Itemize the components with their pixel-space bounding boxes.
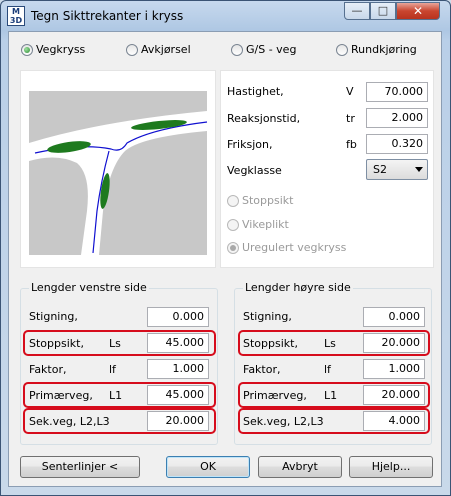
right-stigning-label: Stigning, (243, 310, 292, 323)
radio-avkjorsel-label[interactable]: Avkjørsel (141, 43, 191, 56)
ok-button[interactable]: OK (166, 456, 250, 478)
left-sekveg-label: Sek.veg, L2,L3 (29, 415, 110, 428)
radio-uregulert-vegkryss-label[interactable]: Uregulert vegkryss (242, 241, 346, 254)
right-faktor-label: Faktor, (243, 363, 281, 376)
right-primaerveg-label: Primærveg, (243, 389, 307, 402)
right-faktor-symbol: lf (324, 363, 331, 376)
radio-gs-veg-label[interactable]: G/S - veg (246, 43, 296, 56)
left-primaerveg-label: Primærveg, (29, 389, 93, 402)
radio-vegkryss[interactable] (21, 44, 33, 56)
left-faktor-label: Faktor, (29, 363, 67, 376)
radio-gs-veg[interactable] (231, 44, 243, 56)
chevron-down-icon (415, 167, 423, 172)
right-lengths-group-title: Lengder høyre side (243, 281, 353, 294)
preview-panel (20, 70, 216, 268)
left-stoppsikt-input[interactable]: 45.000 (147, 333, 209, 353)
right-stoppsikt-label: Stoppsikt, (243, 337, 298, 350)
help-button[interactable]: Hjelp... (349, 456, 433, 478)
window-title: Tegn Sikttrekanter i kryss (31, 9, 184, 23)
title-bar[interactable]: M 3D Tegn Sikttrekanter i kryss — □ ✕ (1, 1, 450, 31)
close-button[interactable]: ✕ (396, 2, 440, 20)
right-primaerveg-input[interactable]: 20.000 (363, 385, 425, 405)
dialog-window: M 3D Tegn Sikttrekanter i kryss — □ ✕ Ve… (0, 0, 451, 496)
radio-vegkryss-label[interactable]: Vegkryss (36, 43, 85, 56)
cancel-button[interactable]: Avbryt (258, 456, 342, 478)
close-icon: ✕ (412, 4, 424, 18)
minimize-button[interactable]: — (344, 2, 370, 20)
right-stoppsikt-symbol: Ls (324, 337, 336, 350)
right-primaerveg-symbol: L1 (324, 389, 338, 402)
speed-symbol: V (346, 85, 354, 98)
dialog-client-area: Vegkryss Avkjørsel G/S - veg Rundkjøring… (8, 31, 442, 487)
radio-uregulert-vegkryss[interactable] (227, 242, 239, 254)
right-sekveg-input[interactable]: 4.000 (363, 411, 425, 431)
reaction-time-symbol: tr (346, 112, 355, 125)
left-faktor-symbol: lf (109, 363, 116, 376)
road-class-select[interactable]: S2 (366, 159, 428, 180)
app-icon-line-2: 3D (9, 16, 23, 25)
left-sekveg-input[interactable]: 20.000 (147, 411, 209, 431)
reaction-time-input[interactable]: 2.000 (366, 108, 428, 128)
right-sekveg-label: Sek.veg, L2,L3 (243, 415, 324, 428)
radio-rundkjoring-label[interactable]: Rundkjøring (351, 43, 417, 56)
app-icon: M 3D (7, 6, 25, 26)
centerlines-button[interactable]: Senterlinjer < (20, 456, 140, 478)
right-stigning-input[interactable]: 0.000 (363, 307, 425, 327)
radio-rundkjoring[interactable] (336, 44, 348, 56)
road-class-label: Vegklasse (227, 164, 282, 177)
maximize-icon: □ (377, 4, 389, 17)
left-primaerveg-input[interactable]: 45.000 (147, 385, 209, 405)
radio-vikeplikt-label[interactable]: Vikeplikt (242, 218, 289, 231)
speed-input[interactable]: 70.000 (366, 82, 428, 102)
friction-symbol: fb (346, 138, 357, 151)
left-primaerveg-symbol: L1 (109, 389, 123, 402)
speed-label: Hastighet, (227, 85, 284, 98)
radio-stoppsikt[interactable] (227, 195, 239, 207)
radio-avkjorsel[interactable] (126, 44, 138, 56)
intersection-preview (21, 71, 215, 267)
right-stoppsikt-input[interactable]: 20.000 (363, 333, 425, 353)
minimize-icon: — (351, 4, 363, 17)
road-class-value: S2 (373, 163, 387, 176)
left-lengths-group-title: Lengder venstre side (29, 281, 149, 294)
friction-label: Friksjon, (227, 138, 273, 151)
app-icon-line-1: M (12, 7, 20, 16)
reaction-time-label: Reaksjonstid, (227, 112, 301, 125)
left-stigning-input[interactable]: 0.000 (147, 307, 209, 327)
radio-stoppsikt-label[interactable]: Stoppsikt (242, 194, 293, 207)
left-stigning-label: Stigning, (29, 310, 78, 323)
right-faktor-input[interactable]: 1.000 (363, 359, 425, 379)
radio-vikeplikt[interactable] (227, 219, 239, 231)
left-stoppsikt-label: Stoppsikt, (29, 337, 84, 350)
maximize-button[interactable]: □ (370, 2, 396, 20)
friction-input[interactable]: 0.320 (366, 134, 428, 154)
left-faktor-input[interactable]: 1.000 (147, 359, 209, 379)
left-stoppsikt-symbol: Ls (109, 337, 121, 350)
